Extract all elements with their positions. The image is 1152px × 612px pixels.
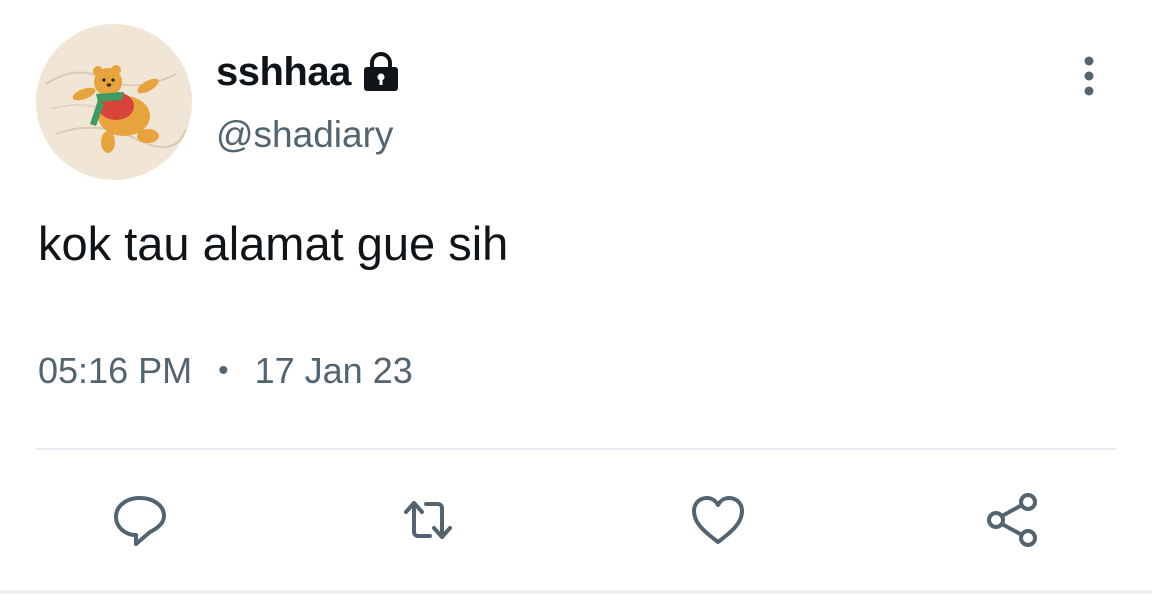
reply-icon: [114, 496, 166, 546]
bottom-border: [0, 590, 1152, 594]
tweet-time: 05:16 PM: [38, 350, 193, 391]
share-icon: [987, 493, 1037, 547]
divider: [36, 448, 1116, 450]
action-bar: [0, 480, 1152, 560]
tweet-timestamp[interactable]: 05:16 PM • 17 Jan 23: [38, 350, 413, 392]
share-button[interactable]: [980, 488, 1044, 552]
lock-icon: [363, 52, 398, 91]
like-button[interactable]: [686, 488, 750, 552]
profile-avatar-image: [36, 24, 192, 180]
more-options-icon[interactable]: [1070, 52, 1108, 100]
separator-dot: •: [218, 354, 229, 387]
avatar[interactable]: [36, 24, 192, 180]
tweet-date: 17 Jan 23: [254, 350, 413, 391]
tweet-card: sshhaa @shadiary kok tau alamat gue sih …: [0, 0, 1152, 612]
heart-icon: [692, 496, 744, 544]
user-name-row: sshhaa: [216, 44, 401, 100]
retweet-icon: [404, 501, 452, 539]
retweet-button[interactable]: [396, 488, 460, 552]
tweet-text: kok tau alamat gue sih: [38, 217, 509, 270]
display-name[interactable]: sshhaa: [216, 50, 351, 95]
reply-button[interactable]: [108, 488, 172, 552]
user-handle[interactable]: @shadiary: [216, 114, 393, 156]
